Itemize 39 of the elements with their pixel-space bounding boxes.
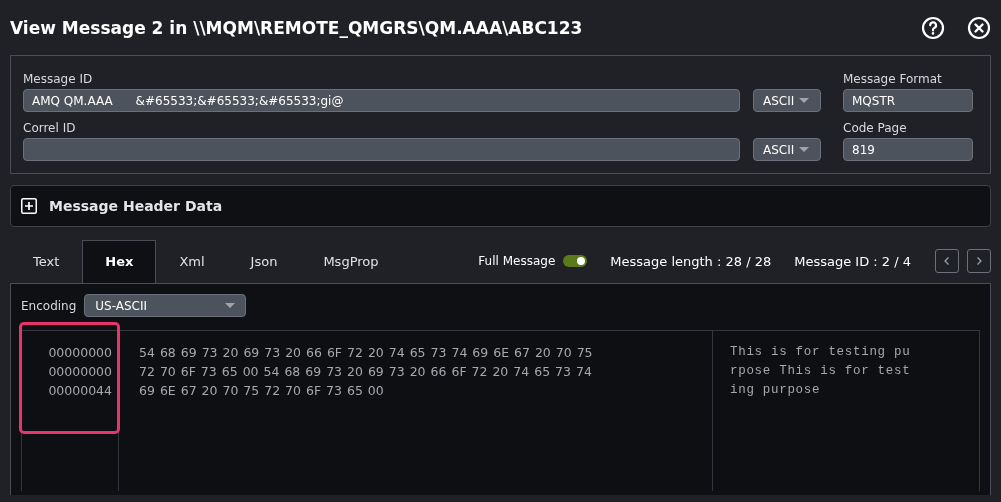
section-title[interactable]: Message Header Data [49,198,223,214]
chevron-right-icon [974,256,984,266]
input-field[interactable]: AMQ QM.AAA &#65533;&#65533;&#65533;gi@ [23,89,740,112]
next-button[interactable] [967,249,991,273]
ascii-text: rpose This is for test [730,363,911,380]
tab[interactable]: Hex [82,240,157,283]
window-title: View Message 2 in \\MQM\REMOTE_QMGRS\QM.AAA\ABC123 [10,17,583,38]
message-length: Message length : 28 / 28 [610,253,772,269]
hex-bytes: 69 6E 67 20 70 75 72 70 6F 73 65 00 [139,382,385,400]
offset-text: 00000000 [47,363,112,381]
field-label: Code Page [843,120,908,137]
toggle-label: Full Message [478,254,556,268]
tab[interactable]: MsgProp [300,240,402,283]
toggle-switch[interactable] [563,255,588,267]
field-label: Message ID [23,71,94,88]
ascii-text: This is for testing pu [730,344,911,361]
tab[interactable]: Text [10,240,83,283]
close-icon[interactable] [967,15,991,40]
hex-bytes: 72 70 6F 73 65 00 54 68 69 73 20 69 73 20 66 6F 72 20 74 65 73 74 [139,363,593,381]
field-label: Message Format [843,71,943,88]
hex-bytes: 54 68 69 73 20 69 73 20 66 6F 72 20 74 65 73 74 69 6E 67 20 70 75 [139,344,594,362]
input-field[interactable]: 819 [843,138,973,161]
chevron-left-icon [942,256,952,266]
expand-icon[interactable] [21,198,37,214]
previous-button[interactable] [935,249,959,273]
offset-text: 00000044 [47,382,112,400]
encoding-dropdown[interactable]: ASCII [753,89,821,112]
help-icon[interactable] [921,15,945,40]
encoding-dropdown[interactable]: ASCII [753,138,821,161]
input-field[interactable]: MQSTR [843,89,973,112]
field-label: Correl ID [23,120,77,137]
encoding-dropdown[interactable]: US-ASCII [84,294,247,317]
tab[interactable]: Xml [156,240,228,283]
input-field[interactable] [23,138,740,161]
encoding-label: Encoding [21,298,77,313]
message-counter: Message ID : 2 / 4 [794,253,911,269]
tab[interactable]: Json [227,240,301,283]
ascii-text: ing purpose [730,382,822,399]
offset-text: 00000000 [47,344,112,362]
